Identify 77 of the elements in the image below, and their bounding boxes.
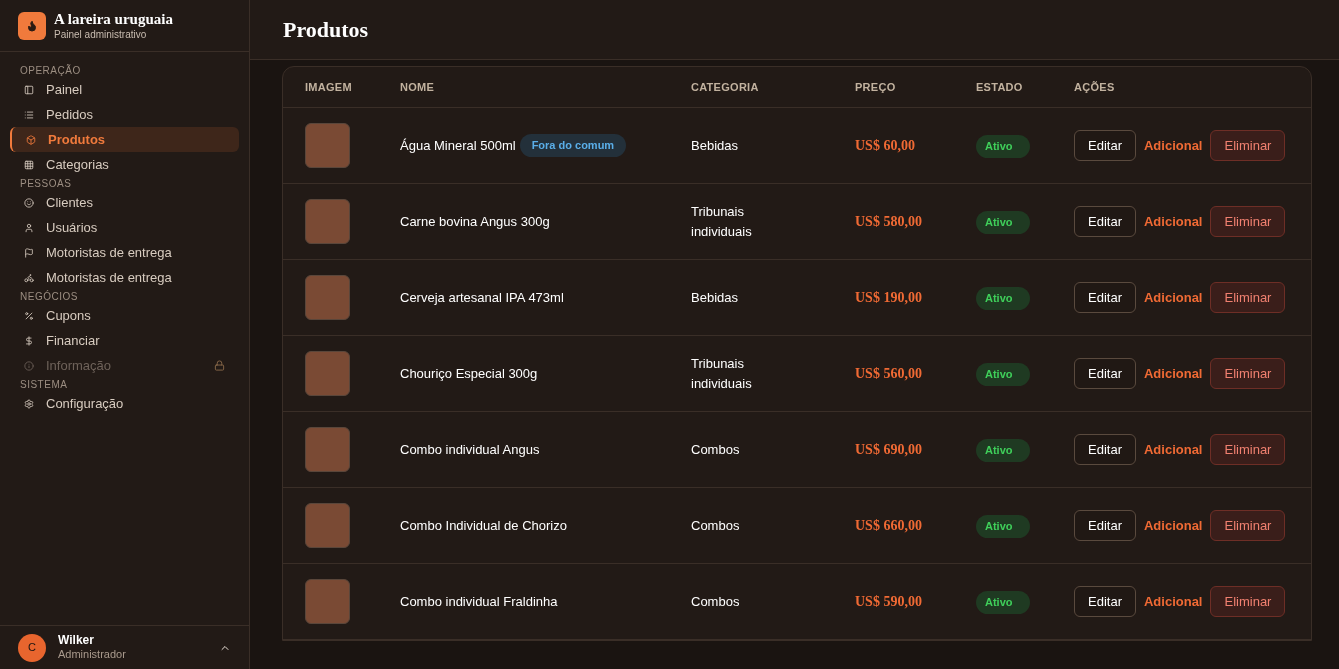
price-text: US$ 660,00 <box>855 517 923 535</box>
edit-button[interactable]: Editar <box>1074 434 1136 465</box>
status-badge: Ativo <box>976 515 1030 538</box>
column-header: PREÇO <box>855 79 897 95</box>
edit-button[interactable]: Editar <box>1074 358 1136 389</box>
section-heading: PESSOAS <box>19 177 73 190</box>
edit-button[interactable]: Editar <box>1074 282 1136 313</box>
delete-button[interactable]: Eliminar <box>1210 130 1286 161</box>
status-badge: Ativo <box>976 439 1030 462</box>
product-name: Combo individual Fraldinha <box>400 592 558 611</box>
sidebar-item[interactable]: Categorias <box>10 152 239 177</box>
sidebar-item[interactable]: Motoristas de entrega <box>10 240 239 265</box>
category-text: Tribunais individuais <box>691 203 753 241</box>
brand-subtitle: Painel administrativo <box>54 28 148 42</box>
category-text: Tribunais individuais <box>691 355 753 393</box>
sidebar-item[interactable]: Usuários <box>10 215 239 240</box>
extra-link[interactable]: Adicional <box>1143 510 1203 541</box>
edit-button[interactable]: Editar <box>1074 586 1136 617</box>
product-name: Água Mineral 500ml <box>400 136 516 155</box>
product-name: Chouriço Especial 300g <box>400 364 538 383</box>
section-heading: SISTEMA <box>19 378 69 391</box>
column-header: NOME <box>400 79 436 95</box>
status-badge: Ativo <box>976 591 1030 614</box>
price-text: US$ 590,00 <box>855 593 923 611</box>
status-badge: Ativo <box>976 135 1030 158</box>
sidebar-item[interactable]: Produtos <box>10 127 239 152</box>
user-avatar: C <box>18 633 46 662</box>
column-header: IMAGEM <box>305 79 353 95</box>
delete-button[interactable]: Eliminar <box>1210 282 1286 313</box>
product-name: Carne bovina Angus 300g <box>400 212 550 231</box>
category-text: Bebidas <box>691 136 739 155</box>
status-badge: Ativo <box>976 211 1030 234</box>
sidebar-item[interactable]: Configuração <box>10 391 239 416</box>
price-text: US$ 190,00 <box>855 289 923 307</box>
product-name: Combo Individual de Chorizo <box>400 516 567 535</box>
sidebar-item[interactable]: Painel <box>10 77 239 102</box>
extra-link[interactable]: Adicional <box>1143 358 1203 389</box>
delete-button[interactable]: Eliminar <box>1210 510 1286 541</box>
column-header: AÇÕES <box>1074 79 1116 95</box>
extra-link[interactable]: Adicional <box>1143 130 1203 161</box>
price-text: US$ 560,00 <box>855 365 923 383</box>
status-badge: Ativo <box>976 287 1030 310</box>
product-name: Cerveja artesanal IPA 473ml <box>400 288 564 307</box>
brand-title: A lareira uruguaia <box>54 9 173 29</box>
price-text: US$ 580,00 <box>855 213 923 231</box>
delete-button[interactable]: Eliminar <box>1210 206 1286 237</box>
sidebar-item[interactable]: Clientes <box>10 190 239 215</box>
section-heading: NEGÓCIOS <box>19 290 79 303</box>
column-header: CATEGORIA <box>691 79 760 95</box>
extra-link[interactable]: Adicional <box>1143 586 1203 617</box>
sidebar-item[interactable]: Pedidos <box>10 102 239 127</box>
edit-button[interactable]: Editar <box>1074 510 1136 541</box>
category-text: Combos <box>691 440 741 459</box>
page-title: Produtos <box>283 16 369 44</box>
category-text: Combos <box>691 516 741 535</box>
product-tag: Fora do comum <box>519 134 627 157</box>
delete-button[interactable]: Eliminar <box>1210 358 1286 389</box>
edit-button[interactable]: Editar <box>1074 206 1136 237</box>
delete-button[interactable]: Eliminar <box>1210 434 1286 465</box>
category-text: Combos <box>691 592 741 611</box>
user-name: Wilker <box>58 633 95 649</box>
extra-link[interactable]: Adicional <box>1143 282 1203 313</box>
category-text: Bebidas <box>691 288 739 307</box>
product-name: Combo individual Angus <box>400 440 540 459</box>
extra-link[interactable]: Adicional <box>1143 206 1203 237</box>
sidebar-item[interactable]: Financiar <box>10 328 239 353</box>
price-text: US$ 60,00 <box>855 137 916 155</box>
extra-link[interactable]: Adicional <box>1143 434 1203 465</box>
section-heading: OPERAÇÃO <box>19 64 82 77</box>
column-header: ESTADO <box>976 79 1024 95</box>
user-role: Administrador <box>58 648 127 662</box>
status-badge: Ativo <box>976 363 1030 386</box>
edit-button[interactable]: Editar <box>1074 130 1136 161</box>
sidebar-item[interactable]: Cupons <box>10 303 239 328</box>
delete-button[interactable]: Eliminar <box>1210 586 1286 617</box>
sidebar-item[interactable]: Motoristas de entrega <box>10 265 239 290</box>
price-text: US$ 690,00 <box>855 441 923 459</box>
